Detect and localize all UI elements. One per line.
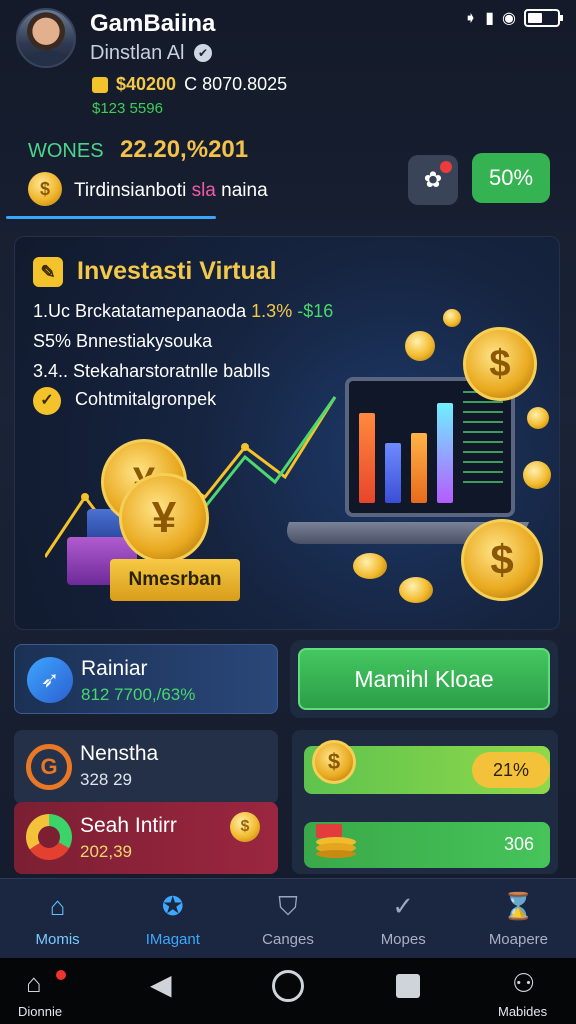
coin-stack-icon [316,824,356,858]
system-right-label: Mabides [498,1004,548,1019]
seah-title: Seah Intirr [80,814,177,837]
hourglass-icon: ⌛ [502,891,535,921]
nav-label: Moapere [488,931,549,948]
nfc-icon: ➧ [463,10,478,27]
nav-home[interactable]: ⌂ Momis [0,879,115,958]
notification-button[interactable]: ✿ [408,155,458,205]
bell-icon: ✿ [423,167,443,192]
back-icon[interactable]: ◀ [150,968,172,1001]
nav-manage[interactable]: ✪ IMagant [115,879,230,958]
status-bar: ➧ ▮ ◉ [463,8,563,28]
wallet-icon [92,76,108,93]
notification-badge [440,161,452,173]
seah-sub: 202,39 [80,842,132,861]
coin-icon-small-4 [523,461,551,489]
hero-line-2: S5% Bnnestiakysouka [33,331,212,352]
coin-icon-small-1 [405,331,435,361]
refresh-icon: G [26,744,72,790]
line1-pct: 1.3% [251,301,293,321]
signal-icon: ▮ [485,10,495,27]
promo-text-end: naina [215,180,268,201]
rain-title: Rainiar [81,657,148,680]
bottom-nav: ⌂ Momis ✪ IMagant ⛉ Canges ✓ Mopes ⌛ Moa… [0,878,576,958]
system-nav-bar: ⌂ Dionnie ◀ ⚇ Mabides [0,958,576,1024]
avatar[interactable] [16,8,76,68]
progress-1-label: 21% [472,752,550,788]
shield-icon: ⛉ [278,891,298,921]
nav-more[interactable]: ⌛ Moapere [461,879,576,958]
progress-2-label: 306 [503,834,534,854]
investment-hero-card[interactable]: ✎ Investasti Virtual 1.Uc Brckatatamepan… [14,236,560,630]
balance-secondary: C 8070.8025 [184,74,288,94]
dollar-coin-icon-3: $ [312,740,356,784]
nenstha-sub: 328 29 [80,770,132,789]
nenstha-card[interactable]: G Nenstha 328 29 [14,730,278,804]
hero-line-1: 1.Uc Brckatatamepanaoda 1.3% -$16 [33,301,333,322]
arrow-icon: ➶ [27,657,73,703]
main-action-button[interactable]: Mamihl Kloae [298,648,550,710]
tab-underline [6,216,216,219]
line3-prefix: 3.4.. [33,361,69,381]
dollar-coin-icon: $ [463,327,537,401]
stack-label: Nmesrban [110,559,240,601]
gear-badge-icon: ✪ [161,891,184,921]
balance-main: $40200 [116,74,177,94]
coin-icon-small-3 [527,407,549,429]
check-shield-icon: ✓ [392,891,415,921]
line2-prefix: S5% [33,331,72,351]
wifi-icon: ◉ [502,10,516,27]
nav-label: Momis [35,931,80,948]
nav-label: Canges [262,931,314,948]
user-name: Dinstlan Al [90,42,185,64]
rain-sub: 812 7700,/63% [81,685,196,704]
money-value: 22.20,%201 [120,136,249,163]
percent-button[interactable]: 50% [472,153,550,203]
nav-changes[interactable]: ⛉ Canges [230,879,345,958]
header: GamBaiina Dinstlan Al ✔ ➧ ▮ ◉ $40200 C 8… [0,0,576,222]
coin-icon: $ [230,812,260,842]
line1-gain: -$16 [297,301,334,321]
hero-line-3: 3.4.. Stekaharstoratnlle bablls [33,361,270,382]
seah-card[interactable]: Seah Intirr 202,39 $ [14,802,278,874]
coin-icon: $ [28,172,62,206]
money-label: WONES [28,140,104,162]
system-left-label: Dionnie [18,1004,63,1019]
coin-icon-small-5 [353,553,387,579]
balance-change: $123 5596 [92,100,163,117]
nenstha-title: Nenstha [80,742,159,765]
coin-icon-small-2 [443,309,461,327]
app-name: GamBaiina [90,10,216,37]
promo-text[interactable]: Tirdinsianboti sla naina [74,180,268,202]
nav-mopes[interactable]: ✓ Mopes [346,879,461,958]
nav-label: Mopes [380,931,426,948]
promo-text-start: Tirdinsianboti [74,180,192,201]
rain-card[interactable]: ➶ Rainiar 812 7700,/63% [14,644,278,714]
home-system-icon[interactable]: ⌂ [26,968,66,999]
line2-text: Bnnestiakysouka [76,331,213,351]
home-circle-icon[interactable] [272,970,304,1002]
nav-label: IMagant [145,931,200,948]
line3-text: Stekaharstoratnlle bablls [73,361,271,381]
coin-icon-small-6 [399,577,433,603]
promo-text-highlight: sla [191,180,216,201]
dollar-coin-icon-2: $ [461,519,543,601]
line1-prefix: 1.Uc [33,301,71,321]
verified-icon: ✔ [194,44,212,62]
hero-title: Investasti Virtual [77,257,277,285]
home-icon: ⌂ [49,891,66,921]
profile-icon[interactable]: ⚇ [512,968,535,999]
line1-text: Brckatatamepanaoda [75,301,247,321]
recents-icon[interactable] [396,974,420,998]
yen-coin-icon-front: ¥ [119,473,209,563]
edit-icon: ✎ [33,257,63,287]
ring-chart-icon [26,814,72,860]
balance-row: $40200 C 8070.8025 [92,74,287,95]
battery-icon [524,9,563,27]
